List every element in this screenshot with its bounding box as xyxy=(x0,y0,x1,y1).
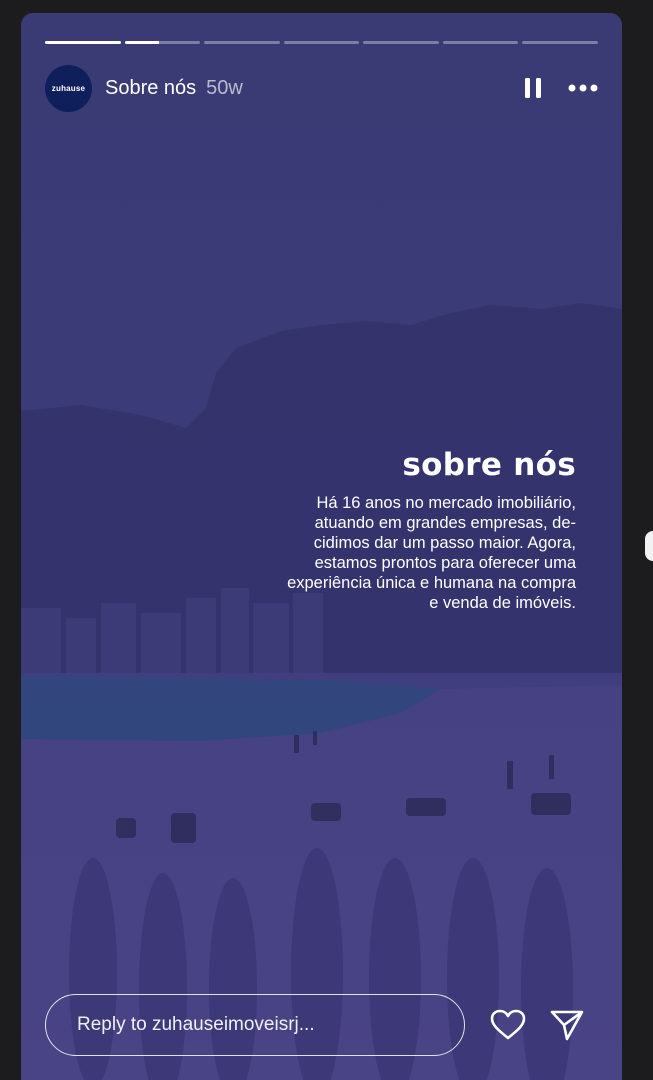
pause-button[interactable] xyxy=(524,77,542,99)
story-age: 50w xyxy=(206,76,243,99)
progress-segment xyxy=(283,41,360,44)
more-options-button[interactable] xyxy=(568,84,598,92)
like-button[interactable] xyxy=(490,1009,526,1041)
progress-segment xyxy=(522,41,599,44)
story-body-text: Há 16 anos no mercado imobiliário, atuan… xyxy=(287,494,576,612)
reply-placeholder: Reply to zuhauseimoveisrj... xyxy=(77,1014,315,1035)
story-progress xyxy=(45,41,599,44)
story-viewer[interactable]: zuhause Sobre nós 50w sobre nós Há 16 an… xyxy=(21,13,622,1080)
story-title[interactable]: Sobre nós xyxy=(105,77,196,100)
pause-icon xyxy=(525,78,541,98)
avatar[interactable]: zuhause xyxy=(45,64,92,112)
progress-segment xyxy=(124,41,201,44)
story-header: zuhause Sobre nós 50w xyxy=(45,63,598,113)
story-footer: Reply to zuhauseimoveisrj... xyxy=(45,993,598,1057)
reply-input[interactable]: Reply to zuhauseimoveisrj... xyxy=(45,994,465,1056)
progress-segment xyxy=(45,41,121,44)
story-headline: sobre nós xyxy=(402,447,576,483)
progress-segment xyxy=(442,41,519,44)
progress-segment xyxy=(204,41,280,44)
share-button[interactable] xyxy=(550,1009,584,1041)
progress-segment xyxy=(363,41,439,44)
send-icon xyxy=(550,1010,584,1041)
next-story-handle[interactable] xyxy=(645,531,653,561)
more-icon xyxy=(568,84,598,92)
avatar-logo-text: zuhause xyxy=(51,83,86,93)
heart-icon xyxy=(490,1009,526,1040)
